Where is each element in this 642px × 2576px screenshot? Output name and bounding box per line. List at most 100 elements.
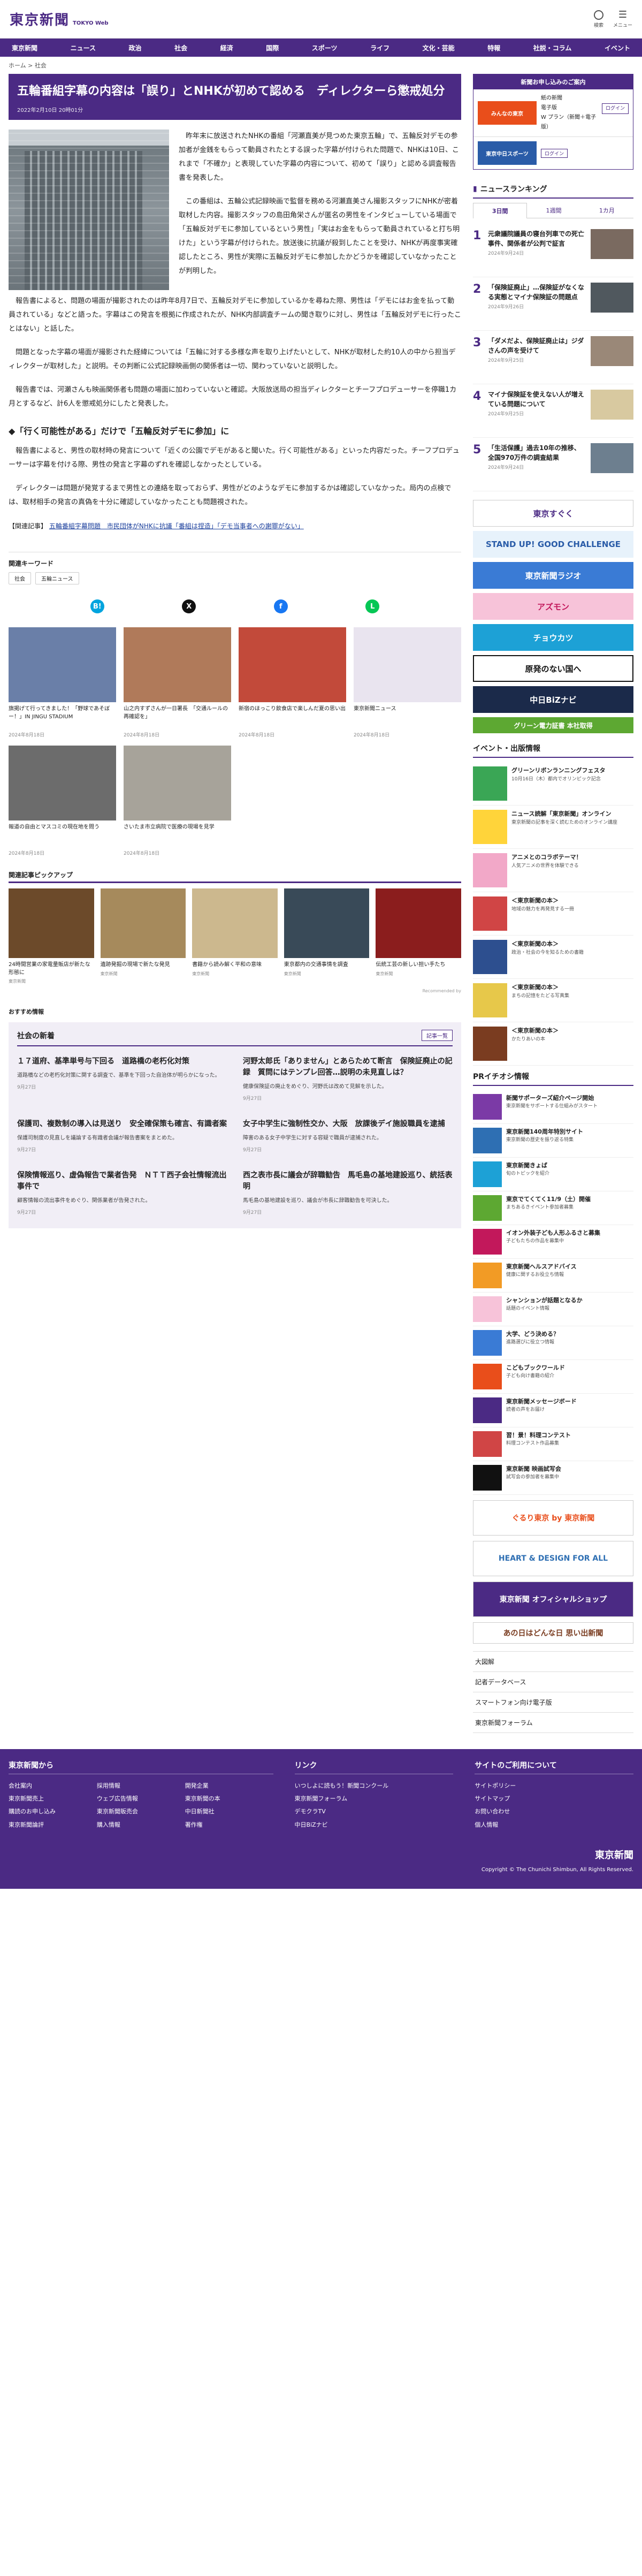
footer-link[interactable]: 東京新聞論評 [9,1819,97,1832]
related-card[interactable]: さいたま市立病院で医療の現場を見学 2024年8月18日 [124,746,231,856]
banner[interactable]: 中日BiZナビ [473,686,633,713]
omoide-banner[interactable]: あの日はどんな日 思い出新聞 [473,1622,633,1644]
ranking-item[interactable]: 3 「ダメだよ、保険証廃止は」ジダさんの声を受けて 2024年9月25日 [473,331,633,384]
related-card[interactable]: 報道の自由とマスコミの現在地を問う 2024年8月18日 [9,746,116,856]
news-item[interactable]: 河野太郎氏「ありません」とあらためて断言 保険証廃止の記録 質問にはテンプレ回答… [243,1056,453,1101]
pickup-card[interactable]: 東京都内の交通事情を調査 東京新聞 [284,888,370,984]
footer-link[interactable]: サイトマップ [475,1792,633,1805]
footer-link[interactable]: いつしよに読もう！新聞コンクール [295,1780,454,1792]
banner[interactable]: アズモン [473,593,633,620]
banner[interactable]: STAND UP! GOOD CHALLENGE [473,531,633,558]
hatena-icon[interactable]: B! [90,599,104,613]
pr-item[interactable]: 東京新聞きょば 旬のトピックを紹介 [473,1158,633,1191]
chunichi-sports-logo[interactable]: 東京中日スポーツ [478,141,537,165]
pr-item[interactable]: 新聞サポーターズ紹介ページ開始 東京新聞をサポートする仕組みがスタート [473,1090,633,1124]
related-link[interactable]: 五輪番組字幕問題 市民団体がNHKに抗議「番組は捏造」「デモ当事者への謝罪がない… [49,522,304,530]
line-icon[interactable]: L [365,599,380,613]
breadcrumb[interactable]: ホーム > 社会 [0,57,642,74]
footer-link[interactable]: 著作権 [185,1819,273,1832]
tab-1month[interactable]: 1カ月 [580,203,633,218]
site-logo[interactable]: 東京新聞 TOKYO Web [10,9,109,29]
login-button[interactable]: ログイン [601,103,629,115]
event-item[interactable]: グリーンリボンランニングフェスタ 10月16日（木）都内でオリンピック記念 [473,762,633,806]
pr-item[interactable]: 東京新聞 映画試写会 試写会の参加者を募集中 [473,1461,633,1495]
ranking-item[interactable]: 1 元衆議院議員の寝台列車での死亡事件、関係者が公判で証言 2024年9月24日 [473,224,633,277]
footer-link[interactable]: 中日BiZナビ [295,1819,454,1832]
nav-item[interactable]: 社説・コラム [529,43,576,52]
footer-link[interactable]: 東京新聞の本 [185,1792,273,1805]
footer-link[interactable]: 東京新聞販売会 [97,1805,185,1818]
subscribe-line[interactable]: 紙の新聞 [541,95,562,101]
pr-item[interactable]: こどもブックワールド 子ども向け書籍の紹介 [473,1360,633,1394]
news-item[interactable]: 西之表市長に議会が辞職勧告 馬毛島の基地建設巡り、統括表明 馬毛島の基地建設を巡り… [243,1170,453,1215]
event-item[interactable]: ＜東京新聞の本＞ まちの記憶をたどる写真集 [473,979,633,1022]
pr-item[interactable]: 習！景！料理コンテスト 料理コンテスト作品募集 [473,1427,633,1461]
news-item[interactable]: 女子中学生に強制性交か、大阪 放課後デイ施設職員を逮捕 障害のある女子中学生に対す… [243,1119,453,1153]
heart-design-banner[interactable]: HEART & DESIGN FOR ALL [473,1541,633,1576]
tile-link[interactable]: スマートフォン向け電子版 [473,1692,633,1713]
tile-link[interactable]: 記者データベース [473,1672,633,1692]
nav-item[interactable]: 社会 [170,43,192,52]
pr-item[interactable]: イオン外装子ども人形ふるさと募集 子どもたちの作品を募集中 [473,1225,633,1259]
banner[interactable]: グリーン電力証書 本社取得 [473,717,633,733]
footer-link[interactable]: サイトポリシー [475,1780,633,1792]
pr-item[interactable]: 大学、どう決める？ 進路選びに役立つ情報 [473,1326,633,1360]
pr-item[interactable]: 東京新聞メッセージボード 読者の声をお届け [473,1394,633,1427]
footer-link[interactable]: お問い合わせ [475,1805,633,1818]
event-item[interactable]: ＜東京新聞の本＞ 政治・社会の今を知るための書籍 [473,936,633,979]
ranking-item[interactable]: 4 マイナ保険証を使えない人が増えている問題について 2024年9月25日 [473,384,633,438]
keyword-tag[interactable]: 社会 [9,572,31,584]
banner[interactable]: 東京すぐく [473,500,633,527]
nav-item[interactable]: 国際 [262,43,283,52]
tile-link[interactable]: 大図解 [473,1652,633,1672]
search-button[interactable]: 検索 [593,10,603,28]
footer-link[interactable]: 中日新聞社 [185,1805,273,1818]
x-icon[interactable]: X [182,599,196,613]
subscribe-line[interactable]: 電子版 [541,105,557,111]
related-card[interactable]: 新宿のほっこり飲食店で楽しんだ夏の思い出 2024年8月18日 [239,627,346,738]
menu-button[interactable]: ☰ メニュー [613,10,632,28]
more-button[interactable]: 記事一覧 [422,1030,453,1041]
facebook-icon[interactable]: f [273,599,288,613]
banner[interactable]: チョウカツ [473,624,633,651]
pickup-card[interactable]: 遺跡発掘の現場で新たな発見 東京新聞 [100,888,186,984]
ranking-item[interactable]: 2 「保険証廃止」…保険証がなくなる実態とマイナ保険証の問題点 2024年9月26日 [473,277,633,331]
news-item[interactable]: 保険情報巡り、虚偽報告で業者告発 ＮＴＴ西子会社情報流出事件で 顧客情報の流出事件… [17,1170,227,1215]
news-item[interactable]: 保護司、複数制の導入は見送り 安全確保策も確言、有識者案 保護司制度の見直しを議論… [17,1119,227,1153]
nav-item[interactable]: ニュース [66,43,100,52]
event-item[interactable]: アニメとのコラボテーマ！ 人気アニメの世界を体験できる [473,849,633,892]
nav-item[interactable]: ライフ [366,43,394,52]
gururi-banner[interactable]: ぐるり東京 by 東京新聞 [473,1500,633,1536]
pr-item[interactable]: 東京新聞140周年特別サイト 東京新聞の歴史を振り返る特集 [473,1124,633,1158]
news-item[interactable]: １７道府、基準単号与下回る 道路橋の老朽化対策 道路橋などの老朽化対策に関する調査… [17,1056,227,1101]
tab-1week[interactable]: 1週間 [527,203,580,218]
banner[interactable]: 東京新聞ラジオ [473,562,633,589]
footer-link[interactable]: 東京新聞売上 [9,1792,97,1805]
footer-link[interactable]: 会社案内 [9,1780,97,1792]
official-shop-banner[interactable]: 東京新聞 オフィシャルショップ [473,1582,633,1617]
pickup-card[interactable]: 伝統工芸の新しい担い手たち 東京新聞 [376,888,461,984]
pr-item[interactable]: シャンションが話題となるか 話題のイベント情報 [473,1293,633,1326]
nav-item[interactable]: 東京新聞 [7,43,42,52]
tab-3days[interactable]: 3日間 [473,203,528,218]
related-card[interactable]: 東京新聞ニュース 2024年8月18日 [354,627,461,738]
banner[interactable]: 原発のない国へ [473,655,633,682]
footer-link[interactable]: 東京新聞フォーラム [295,1792,454,1805]
subscribe-logo[interactable]: みんなの東京 [478,101,537,125]
related-card[interactable]: 山之内すずさんが一日署長 「交通ルールの再確認を」 2024年8月18日 [124,627,231,738]
article-photo[interactable] [9,130,169,290]
tile-link[interactable]: 東京新聞フォーラム [473,1713,633,1733]
footer-link[interactable]: 採用情報 [97,1780,185,1792]
nav-item[interactable]: イベント [600,43,635,52]
related-card[interactable]: 旗掲げて行ってきました！「野球であそぼー！」IN JINGU STADIUM 20… [9,627,116,738]
footer-link[interactable]: 購入情報 [97,1819,185,1832]
footer-link[interactable]: デモクラTV [295,1805,454,1818]
login-button[interactable]: ログイン [541,148,568,158]
subscribe-line[interactable]: W プラン（新聞＋電子版） [541,115,596,130]
pr-item[interactable]: 東京でてくてく11/9（土）開催 まちあるきイベント参加者募集 [473,1191,633,1225]
footer-link[interactable]: 開発企業 [185,1780,273,1792]
nav-item[interactable]: 経済 [216,43,238,52]
event-item[interactable]: ＜東京新聞の本＞ 地域の魅力を再発見する一冊 [473,892,633,936]
ranking-item[interactable]: 5 「生活保護」過去10年の推移、全国970万件の調査結果 2024年9月24日 [473,438,633,491]
event-item[interactable]: ニュース読解「東京新聞」オンライン 東京新聞の記事を深く読むためのオンライン講座 [473,806,633,849]
